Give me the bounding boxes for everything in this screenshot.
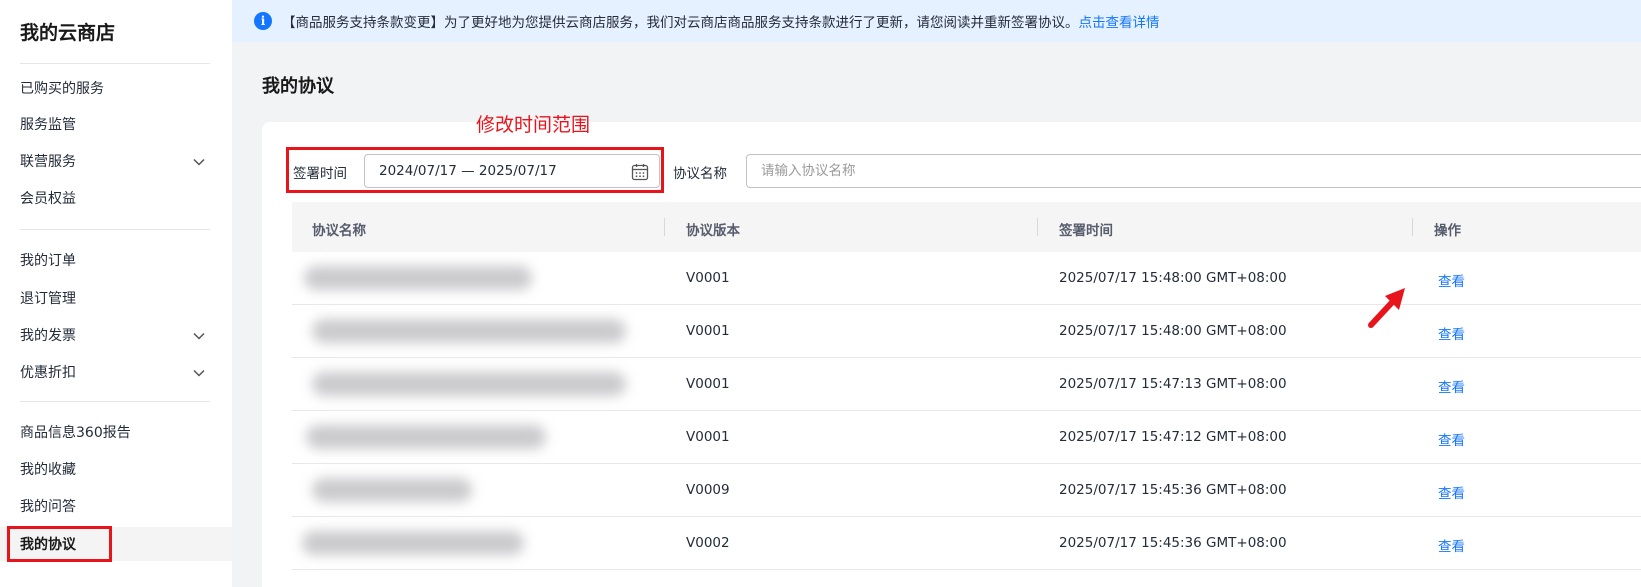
annotation-box-sidebar	[7, 526, 112, 562]
sidebar-item-my-favorites[interactable]: 我的收藏	[0, 453, 232, 485]
table-header: 协议名称 协议版本 签署时间 操作	[292, 202, 1641, 252]
view-button[interactable]: 查看	[1438, 429, 1465, 449]
sidebar-item-label: 联营服务	[20, 154, 76, 170]
view-button[interactable]: 查看	[1438, 376, 1465, 396]
sidebar-divider	[20, 401, 210, 402]
sidebar-item-label: 商品信息360报告	[20, 425, 131, 441]
chevron-down-icon	[193, 158, 205, 166]
sidebar-item-purchased-services[interactable]: 已购买的服务	[0, 72, 232, 104]
sign-time-label: 签署时间	[293, 166, 347, 182]
sidebar-item-joint-services[interactable]: 联营服务	[0, 145, 232, 177]
chevron-down-icon	[193, 369, 205, 377]
view-button[interactable]: 查看	[1438, 270, 1465, 290]
cell-sign-time: 2025/07/17 15:45:36 GMT+08:00	[1059, 482, 1287, 498]
cell-version: V0009	[686, 482, 730, 498]
agreement-name-input[interactable]	[746, 154, 1641, 188]
sidebar-item-member-benefits[interactable]: 会员权益	[0, 182, 232, 214]
sidebar-item-my-invoices[interactable]: 我的发票	[0, 319, 232, 351]
sidebar-title: 我的云商店	[20, 22, 116, 44]
sidebar-item-my-orders[interactable]: 我的订单	[0, 244, 232, 276]
info-icon: i	[254, 12, 272, 30]
sidebar-item-label: 已购买的服务	[20, 81, 104, 97]
sidebar-item-label: 优惠折扣	[20, 365, 76, 381]
cell-sign-time: 2025/07/17 15:47:13 GMT+08:00	[1059, 376, 1287, 392]
calendar-icon	[631, 164, 649, 181]
sidebar-item-label: 退订管理	[20, 291, 76, 307]
notice-details-link[interactable]: 点击查看详情	[1079, 11, 1160, 31]
agreement-name-label: 协议名称	[673, 166, 727, 182]
column-header-action: 操作	[1434, 223, 1461, 239]
view-button[interactable]: 查看	[1438, 323, 1465, 343]
annotation-arrow-icon	[1368, 288, 1405, 328]
sidebar: 我的云商店 已购买的服务 服务监管 联营服务 会员权益 我的订单 退订管理 我的…	[0, 0, 232, 587]
sidebar-item-label: 会员权益	[20, 191, 76, 207]
redacted-agreement-name	[306, 425, 546, 449]
sidebar-item-label: 服务监管	[20, 117, 76, 133]
redacted-agreement-name	[312, 319, 626, 343]
date-range-value: 2024/07/17 — 2025/07/17	[379, 163, 557, 179]
chevron-down-icon	[193, 332, 205, 340]
cell-version: V0001	[686, 429, 730, 445]
cell-version: V0001	[686, 270, 730, 286]
table-row: V0001 2025/07/17 15:48:00 GMT+08:00 查看	[292, 252, 1641, 305]
column-header-version: 协议版本	[686, 223, 740, 239]
table-row: V0009 2025/07/17 15:45:36 GMT+08:00 查看	[292, 464, 1641, 517]
sidebar-divider	[20, 229, 210, 230]
sidebar-item-service-supervision[interactable]: 服务监管	[0, 108, 232, 140]
table-row: V0001 2025/07/17 15:47:13 GMT+08:00 查看	[292, 358, 1641, 411]
view-button[interactable]: 查看	[1438, 482, 1465, 502]
table-row: V0001 2025/07/17 15:47:12 GMT+08:00 查看	[292, 411, 1641, 464]
sidebar-item-discounts[interactable]: 优惠折扣	[0, 356, 232, 388]
column-header-name: 协议名称	[312, 223, 366, 239]
column-separator	[1037, 218, 1038, 236]
sidebar-item-label: 我的订单	[20, 253, 76, 269]
sidebar-item-label: 我的问答	[20, 499, 76, 515]
sidebar-item-unsubscribe[interactable]: 退订管理	[0, 282, 232, 314]
redacted-agreement-name	[312, 372, 626, 396]
sidebar-item-label: 我的发票	[20, 328, 76, 344]
page-title: 我的协议	[262, 76, 334, 97]
cell-version: V0001	[686, 323, 730, 339]
redacted-agreement-name	[304, 266, 532, 290]
cell-version: V0001	[686, 376, 730, 392]
redacted-agreement-name	[302, 531, 524, 555]
cell-sign-time: 2025/07/17 15:48:00 GMT+08:00	[1059, 270, 1287, 286]
column-separator	[1412, 218, 1413, 236]
notice-bar: i 【商品服务支持条款变更】为了更好地为您提供云商店服务，我们对云商店商品服务支…	[232, 0, 1641, 42]
date-range-picker[interactable]: 2024/07/17 — 2025/07/17	[364, 154, 660, 188]
table-row: V0001 2025/07/17 15:48:00 GMT+08:00 查看	[292, 305, 1641, 358]
annotation-label: 修改时间范围	[476, 114, 591, 136]
notice-text: 【商品服务支持条款变更】为了更好地为您提供云商店服务，我们对云商店商品服务支持条…	[282, 15, 1079, 31]
sidebar-item-label: 我的收藏	[20, 462, 76, 478]
table-row: V0002 2025/07/17 15:45:36 GMT+08:00 查看	[292, 517, 1641, 570]
column-header-sign-time: 签署时间	[1059, 223, 1113, 239]
sidebar-divider	[20, 63, 210, 64]
cell-sign-time: 2025/07/17 15:45:36 GMT+08:00	[1059, 535, 1287, 551]
cell-sign-time: 2025/07/17 15:48:00 GMT+08:00	[1059, 323, 1287, 339]
sidebar-item-my-qa[interactable]: 我的问答	[0, 490, 232, 522]
column-separator	[664, 218, 665, 236]
cell-version: V0002	[686, 535, 730, 551]
redacted-agreement-name	[312, 478, 472, 502]
sidebar-item-product-report[interactable]: 商品信息360报告	[0, 416, 232, 448]
view-button[interactable]: 查看	[1438, 535, 1465, 555]
cell-sign-time: 2025/07/17 15:47:12 GMT+08:00	[1059, 429, 1287, 445]
